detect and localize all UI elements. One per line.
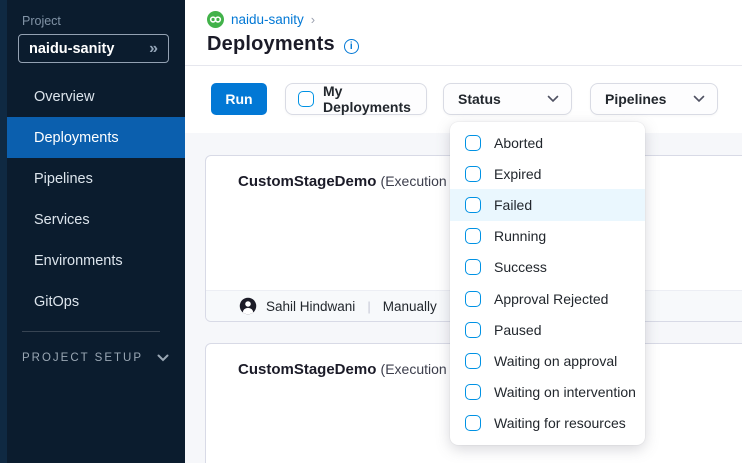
sidebar-divider: [22, 331, 160, 332]
page-title-row: Deployments i: [185, 28, 742, 56]
status-option-label: Expired: [494, 166, 541, 182]
status-option-approval-rejected[interactable]: Approval Rejected: [450, 283, 645, 314]
status-option-success[interactable]: Success: [450, 252, 645, 283]
chevron-right-icon: ›: [311, 12, 315, 27]
checkbox[interactable]: [465, 228, 481, 244]
status-option-label: Waiting on intervention: [494, 384, 636, 400]
sidebar-item-pipelines[interactable]: Pipelines: [0, 158, 185, 199]
project-label: Project: [22, 14, 185, 28]
my-deployments-checkbox[interactable]: [298, 91, 314, 107]
status-option-label: Success: [494, 259, 547, 275]
double-chevron-right-icon[interactable]: »: [149, 41, 158, 57]
status-option-label: Running: [494, 228, 546, 244]
sidebar-item-overview[interactable]: Overview: [0, 76, 185, 117]
status-option-aborted[interactable]: Aborted: [450, 127, 645, 158]
sidebar-item-gitops[interactable]: GitOps: [0, 281, 185, 322]
status-option-label: Paused: [494, 322, 541, 338]
status-filter-label: Status: [458, 91, 501, 107]
sidebar-item-environments[interactable]: Environments: [0, 240, 185, 281]
status-option-label: Waiting for resources: [494, 415, 626, 431]
person-avatar-icon: [239, 297, 257, 315]
breadcrumb: naidu-sanity ›: [185, 0, 742, 28]
status-option-label: Approval Rejected: [494, 291, 608, 307]
author-name: Sahil Hindwani: [266, 299, 355, 314]
module-strip: [0, 0, 7, 463]
status-option-label: Aborted: [494, 135, 543, 151]
status-option-paused[interactable]: Paused: [450, 314, 645, 345]
breadcrumb-project-link[interactable]: naidu-sanity: [231, 12, 304, 27]
app-window: Project naidu-sanity » Overview Deployme…: [0, 0, 742, 463]
status-option-waiting-on-intervention[interactable]: Waiting on intervention: [450, 377, 645, 408]
status-option-waiting-for-resources[interactable]: Waiting for resources: [450, 408, 645, 439]
status-option-running[interactable]: Running: [450, 221, 645, 252]
status-option-expired[interactable]: Expired: [450, 158, 645, 189]
chevron-down-icon: [547, 95, 559, 103]
project-setup-toggle[interactable]: PROJECT SETUP: [22, 352, 185, 364]
chevron-down-icon: [157, 354, 169, 362]
checkbox[interactable]: [465, 384, 481, 400]
checkbox[interactable]: [465, 259, 481, 275]
trigger-type: Manually: [383, 299, 437, 314]
info-icon[interactable]: i: [344, 39, 359, 54]
run-button[interactable]: Run: [211, 83, 267, 115]
my-deployments-label: My Deployments: [323, 83, 414, 115]
status-option-label: Waiting on approval: [494, 353, 617, 369]
project-link-icon: [207, 11, 224, 28]
pipeline-name: CustomStageDemo: [238, 173, 376, 190]
pipelines-filter-label: Pipelines: [605, 91, 666, 107]
status-filter-dropdown[interactable]: Status: [443, 83, 572, 115]
project-setup-label: PROJECT SETUP: [22, 352, 143, 364]
sidebar-item-services[interactable]: Services: [0, 199, 185, 240]
pipeline-name: CustomStageDemo: [238, 361, 376, 378]
status-option-label: Failed: [494, 197, 532, 213]
checkbox[interactable]: [465, 415, 481, 431]
sidebar: Project naidu-sanity » Overview Deployme…: [0, 0, 185, 463]
checkbox[interactable]: [465, 197, 481, 213]
pipelines-filter-dropdown[interactable]: Pipelines: [590, 83, 718, 115]
status-dropdown-menu: Aborted Expired Failed Running Success A…: [450, 122, 645, 445]
checkbox[interactable]: [465, 322, 481, 338]
my-deployments-filter[interactable]: My Deployments: [285, 83, 427, 115]
checkbox[interactable]: [465, 291, 481, 307]
project-selector[interactable]: naidu-sanity »: [18, 34, 169, 63]
status-option-waiting-on-approval[interactable]: Waiting on approval: [450, 345, 645, 376]
checkbox[interactable]: [465, 166, 481, 182]
sidebar-nav: Overview Deployments Pipelines Services …: [0, 76, 185, 322]
footer-separator: |: [367, 299, 370, 314]
checkbox[interactable]: [465, 135, 481, 151]
status-option-failed[interactable]: Failed: [450, 189, 645, 220]
checkbox[interactable]: [465, 353, 481, 369]
sidebar-item-deployments[interactable]: Deployments: [7, 117, 185, 158]
project-name: naidu-sanity: [29, 41, 114, 57]
page-title: Deployments: [207, 33, 335, 56]
chevron-down-icon: [693, 95, 705, 103]
